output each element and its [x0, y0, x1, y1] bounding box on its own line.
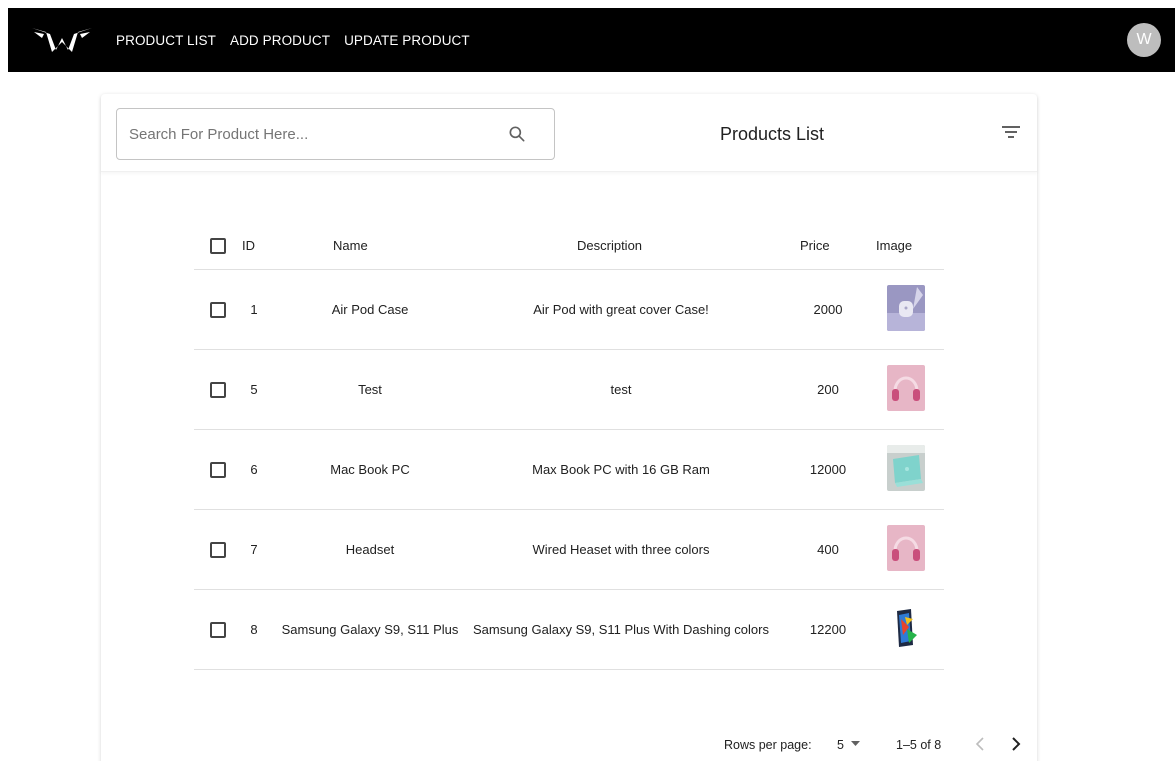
row-description: test — [610, 382, 632, 397]
pink-headset-thumbnail — [887, 525, 925, 571]
search-box — [116, 108, 555, 160]
row-name: Air Pod Case — [331, 302, 409, 317]
row-price: 12000 — [809, 462, 847, 477]
row-checkbox[interactable] — [210, 301, 226, 318]
table-row[interactable]: 8 Samsung Galaxy S9, S11 Plus Samsung Ga… — [194, 590, 944, 670]
row-description: Max Book PC with 16 GB Ram — [532, 462, 710, 477]
row-name: Headset — [345, 542, 395, 557]
row-id: 7 — [250, 542, 258, 557]
macbook-thumbnail — [887, 445, 925, 491]
select-all-checkbox[interactable] — [210, 237, 226, 254]
winged-w-logo-icon[interactable] — [30, 22, 94, 58]
page-title: Products List — [720, 124, 825, 144]
row-name: Test — [358, 382, 382, 397]
table-row[interactable]: 5 Test test 200 — [194, 350, 944, 430]
row-price: 2000 — [813, 302, 843, 317]
top-nav: PRODUCT LIST ADD PRODUCT UPDATE PRODUCT — [116, 8, 484, 72]
nav-product-list[interactable]: PRODUCT LIST — [116, 33, 216, 48]
column-header-name: Name — [333, 238, 368, 253]
row-id: 1 — [250, 302, 258, 317]
row-name: Mac Book PC — [330, 462, 410, 477]
row-price: 400 — [817, 542, 839, 557]
table-row[interactable]: 6 Mac Book PC Max Book PC with 16 GB Ram… — [194, 430, 944, 510]
row-description: Samsung Galaxy S9, S11 Plus With Dashing… — [472, 622, 769, 637]
row-price: 200 — [817, 382, 839, 397]
airpod-case-thumbnail — [887, 285, 925, 331]
filter-icon[interactable] — [1002, 125, 1020, 139]
nav-update-product[interactable]: UPDATE PRODUCT — [344, 33, 470, 48]
products-card: Products List ID Name Description Price … — [101, 94, 1037, 761]
row-checkbox[interactable] — [210, 541, 226, 558]
row-checkbox[interactable] — [210, 381, 226, 398]
rows-per-page-label: Rows per page: — [724, 738, 812, 752]
card-toolbar: Products List — [101, 94, 1037, 172]
page-range: 1–5 of 8 — [896, 738, 942, 752]
search-icon[interactable] — [507, 124, 527, 144]
user-avatar[interactable]: W — [1127, 23, 1161, 57]
samsung-phone-thumbnail — [887, 605, 925, 651]
table-row[interactable]: 1 Air Pod Case Air Pod with great cover … — [194, 270, 944, 350]
pink-headset-thumbnail — [887, 365, 925, 411]
column-header-description: Description — [577, 238, 643, 253]
column-header-id: ID — [242, 238, 255, 253]
table-row[interactable]: 7 Headset Wired Heaset with three colors… — [194, 510, 944, 590]
row-checkbox[interactable] — [210, 461, 226, 478]
table-header-row: ID Name Description Price Image — [194, 222, 944, 270]
app-bar: PRODUCT LIST ADD PRODUCT UPDATE PRODUCT … — [8, 8, 1175, 72]
row-price: 12200 — [809, 622, 847, 637]
caret-down-icon[interactable] — [851, 741, 860, 747]
rows-per-page-select[interactable]: 5 — [837, 738, 844, 752]
column-header-image: Image — [876, 238, 913, 253]
row-name: Samsung Galaxy S9, S11 Plus — [281, 622, 459, 637]
column-header-price: Price — [800, 238, 830, 253]
chevron-left-icon[interactable] — [975, 737, 985, 751]
row-checkbox[interactable] — [210, 621, 226, 638]
chevron-right-icon[interactable] — [1011, 737, 1021, 751]
pagination: Rows per page: 5 1–5 of 8 — [101, 722, 1037, 761]
search-input[interactable] — [129, 109, 499, 159]
row-id: 5 — [250, 382, 258, 397]
row-id: 6 — [250, 462, 258, 477]
row-description: Air Pod with great cover Case! — [533, 302, 709, 317]
nav-add-product[interactable]: ADD PRODUCT — [230, 33, 330, 48]
products-table: ID Name Description Price Image 1 Air Po… — [194, 222, 944, 670]
row-description: Wired Heaset with three colors — [532, 542, 710, 557]
row-id: 8 — [250, 622, 258, 637]
